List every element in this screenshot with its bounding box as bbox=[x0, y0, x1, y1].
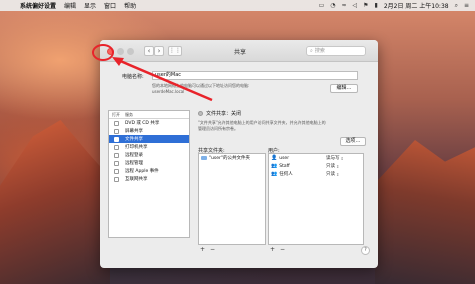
flag-icon[interactable]: ⚑ bbox=[363, 2, 368, 9]
column-on: 打开 bbox=[112, 111, 120, 117]
airplay-icon[interactable]: ▭ bbox=[319, 2, 325, 9]
status-area: ▭ ◔ ≈ ◁ ⚑ ▮ 2月2日 周二 上午10:38 ⌕ ≡ bbox=[319, 1, 475, 11]
stepper-icon[interactable]: ⇕ bbox=[341, 156, 344, 161]
services-list: 打开 服务 DVD 或 CD 共享 屏幕共享 文件共享 打印机共享 远程登录 远… bbox=[108, 110, 190, 238]
person-icon: 👤 bbox=[271, 155, 278, 161]
folder-icon bbox=[201, 156, 207, 160]
service-label: 文件共享 bbox=[125, 137, 143, 142]
service-label: 打印机共享 bbox=[125, 145, 148, 150]
volume-icon[interactable]: ◁ bbox=[353, 2, 358, 9]
service-checkbox[interactable] bbox=[114, 128, 119, 134]
service-row-dvd[interactable]: DVD 或 CD 共享 bbox=[109, 119, 189, 127]
remove-user-button[interactable]: − bbox=[280, 247, 285, 253]
forward-button[interactable]: › bbox=[154, 46, 164, 56]
add-folder-button[interactable]: + bbox=[200, 247, 205, 253]
service-checkbox[interactable] bbox=[114, 176, 119, 182]
stepper-icon[interactable]: ⇕ bbox=[336, 172, 339, 177]
menu-bar: 系统偏好设置 编辑 显示 窗口 帮助 ▭ ◔ ≈ ◁ ⚑ ▮ 2月2日 周二 上… bbox=[0, 0, 475, 11]
users-list: 👤 user 读与写 ⇕ 👥 Staff 只读 ⇕ 👥 任何人 只读 ⇕ bbox=[268, 153, 364, 245]
menu-window[interactable]: 窗口 bbox=[104, 1, 116, 10]
search-input[interactable]: ⌕ 搜索 bbox=[306, 46, 366, 56]
folder-row[interactable]: "user"的公共文件夹 bbox=[199, 154, 265, 162]
battery-icon[interactable]: ▮ bbox=[375, 2, 378, 9]
user-row[interactable]: 👤 user 读与写 ⇕ bbox=[269, 154, 363, 162]
wallpaper-mountain-left bbox=[0, 120, 110, 284]
folder-name: "user"的公共文件夹 bbox=[209, 156, 250, 161]
add-user-button[interactable]: + bbox=[270, 247, 275, 253]
clock-icon[interactable]: ◔ bbox=[330, 2, 335, 9]
computer-name-field[interactable]: user的Mac bbox=[152, 71, 358, 80]
file-sharing-status: 文件共享：关闭 bbox=[198, 110, 241, 117]
service-label: 屏幕共享 bbox=[125, 129, 143, 134]
service-label: 互联网共享 bbox=[125, 177, 148, 182]
search-placeholder: 搜索 bbox=[314, 48, 325, 54]
user-name: Staff bbox=[279, 163, 290, 169]
minimize-button[interactable] bbox=[117, 48, 124, 55]
service-row-file[interactable]: 文件共享 bbox=[109, 135, 189, 143]
services-header: 打开 服务 bbox=[109, 111, 189, 119]
menu-icon[interactable]: ≡ bbox=[464, 2, 469, 9]
service-row-screen[interactable]: 屏幕共享 bbox=[109, 127, 189, 135]
computer-name-label: 电脑名称: bbox=[122, 74, 144, 80]
show-all-icon[interactable]: ⋮⋮ bbox=[168, 46, 182, 56]
wifi-icon[interactable]: ≈ bbox=[341, 2, 346, 9]
menu-edit[interactable]: 编辑 bbox=[64, 1, 76, 10]
service-row-remote-mgmt[interactable]: 远程管理 bbox=[109, 159, 189, 167]
service-checkbox[interactable] bbox=[114, 152, 119, 158]
local-hostname: userdeMac.local bbox=[152, 89, 185, 94]
service-row-remote-login[interactable]: 远程登录 bbox=[109, 151, 189, 159]
options-button[interactable]: 选项… bbox=[340, 137, 366, 146]
wallpaper-mountain-right bbox=[375, 140, 475, 284]
clock-text[interactable]: 2月2日 周二 上午10:38 bbox=[384, 1, 449, 10]
annotation-circle bbox=[92, 44, 114, 61]
service-row-internet[interactable]: 互联网共享 bbox=[109, 175, 189, 183]
service-row-apple-events[interactable]: 远程 Apple 事件 bbox=[109, 167, 189, 175]
zoom-button[interactable] bbox=[127, 48, 134, 55]
service-label: DVD 或 CD 共享 bbox=[125, 121, 160, 126]
service-label: 远程 Apple 事件 bbox=[125, 169, 159, 174]
service-checkbox[interactable] bbox=[114, 144, 119, 150]
menu-view[interactable]: 显示 bbox=[84, 1, 96, 10]
service-label: 远程登录 bbox=[125, 153, 143, 158]
service-checkbox[interactable] bbox=[114, 168, 119, 174]
shared-folders-list: "user"的公共文件夹 bbox=[198, 153, 266, 245]
edit-button[interactable]: 编辑… bbox=[330, 84, 358, 93]
stepper-icon[interactable]: ⇕ bbox=[336, 164, 339, 169]
user-row[interactable]: 👥 Staff 只读 ⇕ bbox=[269, 162, 363, 170]
back-button[interactable]: ‹ bbox=[144, 46, 154, 56]
user-name: 任何人 bbox=[279, 172, 293, 177]
service-label: 远程管理 bbox=[125, 161, 143, 166]
service-row-printer[interactable]: 打印机共享 bbox=[109, 143, 189, 151]
search-icon: ⌕ bbox=[310, 48, 313, 54]
spotlight-icon[interactable]: ⌕ bbox=[455, 2, 458, 10]
everyone-icon: 👥 bbox=[271, 171, 278, 177]
user-name: user bbox=[279, 155, 290, 161]
user-row[interactable]: 👥 任何人 只读 ⇕ bbox=[269, 170, 363, 178]
column-service: 服务 bbox=[125, 111, 133, 117]
group-icon: 👥 bbox=[271, 163, 278, 169]
service-checkbox[interactable] bbox=[114, 120, 119, 126]
file-sharing-status-text: 文件共享：关闭 bbox=[206, 111, 242, 117]
status-dot-icon bbox=[198, 111, 203, 116]
window-title: 共享 bbox=[233, 49, 246, 56]
window-titlebar: ‹ › ⋮⋮ 共享 ⌕ 搜索 bbox=[100, 40, 378, 62]
user-permission[interactable]: 读与写 bbox=[326, 155, 340, 161]
service-checkbox[interactable] bbox=[114, 160, 119, 166]
file-sharing-description-2: 管理员访问所有宗卷。 bbox=[198, 126, 238, 131]
menu-help[interactable]: 帮助 bbox=[124, 1, 136, 10]
user-permission[interactable]: 只读 bbox=[326, 163, 335, 169]
sharing-window: ‹ › ⋮⋮ 共享 ⌕ 搜索 电脑名称: user的Mac 您的本地网络上的电脑… bbox=[100, 40, 378, 268]
menu-app[interactable]: 系统偏好设置 bbox=[20, 1, 56, 10]
service-checkbox[interactable] bbox=[114, 136, 119, 142]
user-permission[interactable]: 只读 bbox=[326, 171, 335, 177]
remove-folder-button[interactable]: − bbox=[210, 247, 215, 253]
help-button[interactable]: ? bbox=[361, 246, 370, 255]
